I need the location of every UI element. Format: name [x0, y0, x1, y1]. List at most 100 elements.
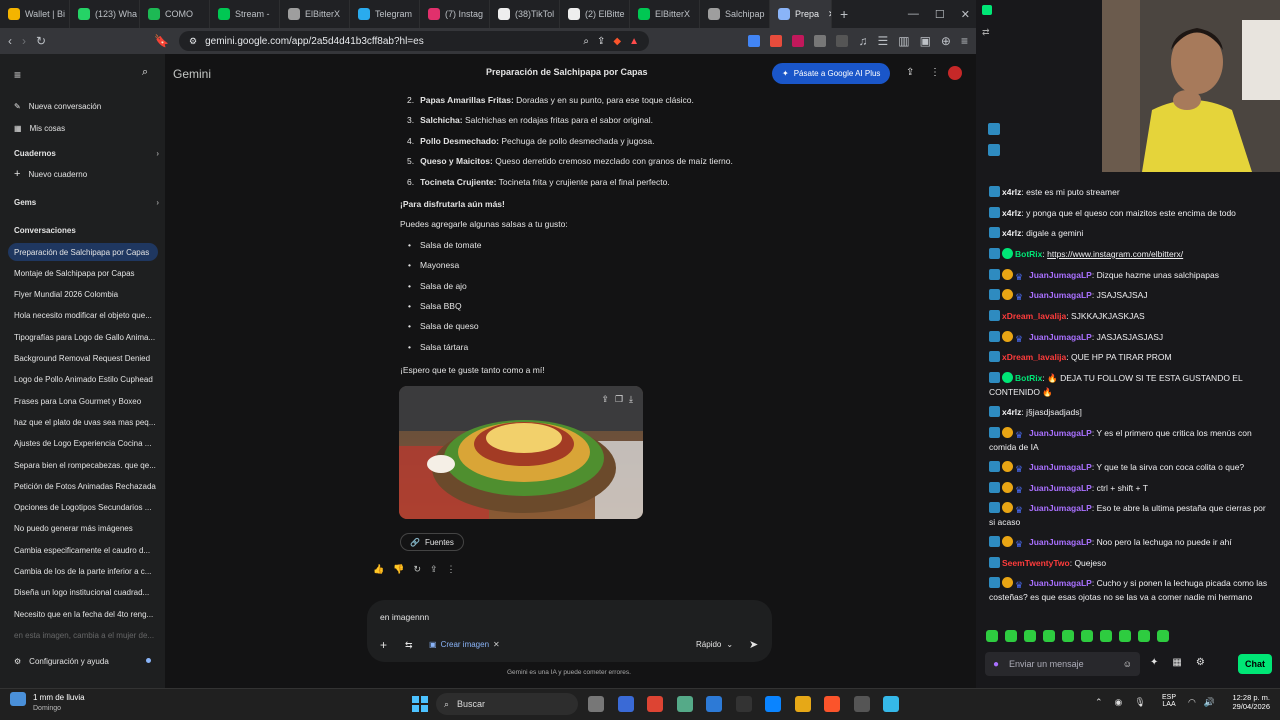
send-icon[interactable]: ➤: [749, 638, 758, 651]
browser-tab[interactable]: ElBitterX: [280, 0, 350, 28]
new-chat-button[interactable]: ✎ Nueva conversación: [14, 97, 159, 115]
chat-username[interactable]: xDream_lavalija: [1002, 311, 1066, 321]
share-icon[interactable]: ⇪: [597, 36, 605, 47]
conversation-item[interactable]: Petición de Fotos Animadas Rechazada: [14, 477, 159, 495]
browser-tab[interactable]: Wallet | Bi: [0, 0, 70, 28]
settings-button[interactable]: ⚙ Configuración y ayuda: [14, 652, 159, 670]
zoom-icon[interactable]: ⌕: [583, 36, 589, 47]
emote-icon[interactable]: [1100, 630, 1112, 642]
gems-header[interactable]: Gems ›: [14, 193, 159, 211]
sidebar-icon[interactable]: ▥: [898, 34, 909, 48]
emote-icon[interactable]: [1024, 630, 1036, 642]
new-notebook-button[interactable]: + Nuevo cuaderno: [14, 165, 159, 183]
conversation-item[interactable]: Ajustes de Logo Experiencia Cocina ...: [14, 435, 159, 453]
chat-username[interactable]: JuanJumagaLP: [1029, 537, 1092, 547]
conversation-item[interactable]: Cambia especificamente el caudro d...: [14, 541, 159, 559]
conversation-item[interactable]: Separa bien el rompecabezas. que qe...: [14, 456, 159, 474]
close-window-icon[interactable]: ✕: [961, 8, 970, 21]
more-options-icon[interactable]: ⋮: [447, 564, 456, 575]
generated-food-image[interactable]: ⇪ ❐ ⤓: [399, 386, 643, 519]
weather-icon[interactable]: [10, 692, 26, 706]
sources-button[interactable]: 🔗 Fuentes: [400, 533, 464, 551]
conversation-item[interactable]: Necesito que en la fecha del 4to reng...: [14, 605, 159, 623]
wallet-icon[interactable]: ▣: [920, 34, 931, 48]
prompt-input[interactable]: en imagennn: [380, 612, 429, 622]
conversation-item[interactable]: Background Removal Request Denied: [14, 350, 159, 368]
emote-icon[interactable]: [986, 630, 998, 642]
more-vert-icon[interactable]: ⋮: [930, 67, 940, 78]
snipping-icon[interactable]: [647, 696, 663, 712]
chat-input[interactable]: ● Enviar un mensaje ☺: [985, 652, 1140, 676]
share-image-icon[interactable]: ⇪: [601, 394, 609, 405]
music-icon[interactable]: ♫: [858, 34, 867, 48]
chevron-up-icon[interactable]: ⌃: [1095, 697, 1103, 708]
settings-gear-icon[interactable]: ⚙: [1196, 657, 1205, 668]
notebooks-header[interactable]: Cuadernos ›: [14, 144, 159, 162]
close-chip-icon[interactable]: ✕: [493, 640, 500, 649]
browser-tab[interactable]: COMO: [140, 0, 210, 28]
gemini-brand[interactable]: Gemini: [173, 67, 211, 81]
conversation-item[interactable]: Diseña un logo institucional cuadrad...: [14, 584, 159, 602]
copy-image-icon[interactable]: ❐: [615, 394, 623, 405]
maximize-icon[interactable]: ☐: [935, 8, 945, 21]
tray-app-icon[interactable]: ◉: [1115, 697, 1123, 708]
edge-icon[interactable]: [765, 696, 781, 712]
emote-icon[interactable]: [1119, 630, 1131, 642]
menu-icon[interactable]: ≡: [961, 34, 968, 48]
file-explorer-icon[interactable]: [794, 696, 811, 712]
chat-username[interactable]: x4rlz: [1002, 407, 1021, 417]
emote-icon[interactable]: [1043, 630, 1055, 642]
chat-username[interactable]: SeemTwentyTwo: [1002, 558, 1070, 568]
chat-username[interactable]: x4rlz: [1002, 187, 1021, 197]
language-indicator[interactable]: ESP LAA: [1162, 694, 1176, 708]
microphone-icon[interactable]: ●: [993, 659, 999, 670]
browser-tab[interactable]: ElBitterX: [630, 0, 700, 28]
upgrade-button[interactable]: ✦ Pásate a Google AI Plus: [772, 63, 891, 84]
thumbs-up-icon[interactable]: 👍: [373, 564, 384, 575]
conversation-item[interactable]: Hola necesito modificar el objeto que...: [14, 307, 159, 325]
chat-username[interactable]: JuanJumagaLP: [1029, 428, 1092, 438]
conversation-item[interactable]: Tipografías para Logo de Gallo Anima...: [14, 328, 159, 346]
clock[interactable]: 12:28 p. m. 29/04/2026: [1226, 693, 1270, 711]
microphone-tray-icon[interactable]: 🎙: [1134, 697, 1145, 708]
create-image-chip[interactable]: ▣ Crear imagen ✕: [429, 640, 500, 649]
avatar[interactable]: [948, 66, 962, 80]
download-icon[interactable]: ⤓: [629, 394, 633, 405]
obs-icon[interactable]: [853, 696, 870, 712]
chat-username[interactable]: BotRix: [1015, 373, 1042, 383]
chat-username[interactable]: BotRix: [1015, 249, 1042, 259]
tools-icon[interactable]: ⇆: [405, 640, 413, 651]
conversation-item[interactable]: Montaje de Salchipapa por Capas: [14, 264, 159, 282]
conversation-item[interactable]: No puedo generar más imágenes: [14, 520, 159, 538]
conversation-item[interactable]: Flyer Mundial 2026 Colombia: [14, 286, 159, 304]
add-icon[interactable]: +: [380, 638, 387, 652]
browser-tab[interactable]: Stream -: [210, 0, 280, 28]
conversation-item[interactable]: haz que el plato de uvas sea mas peq...: [14, 413, 159, 431]
emote-icon[interactable]: [1138, 630, 1150, 642]
taskbar-search[interactable]: ⌕ Buscar: [436, 693, 578, 715]
share-conversation-icon[interactable]: ⇪: [906, 67, 914, 78]
app-icon[interactable]: [883, 696, 899, 712]
share-response-icon[interactable]: ⇪: [430, 564, 438, 575]
my-stuff-button[interactable]: ▦ Mis cosas: [14, 119, 159, 137]
wifi-icon[interactable]: ◠: [1188, 697, 1196, 708]
chat-username[interactable]: JuanJumagaLP: [1029, 290, 1092, 300]
popout-icon[interactable]: ⇄: [982, 27, 990, 38]
app-icon[interactable]: [676, 696, 693, 712]
conversation-item[interactable]: Opciones de Logotipos Secundarios ...: [14, 499, 159, 517]
chat-username[interactable]: xDream_lavalija: [1002, 352, 1066, 362]
browser-tab[interactable]: Telegram: [350, 0, 420, 28]
site-info-icon[interactable]: ⚙: [189, 36, 197, 47]
new-tab-icon[interactable]: +: [840, 6, 848, 22]
conversation-item[interactable]: Preparación de Salchipapa por Capas: [8, 243, 158, 261]
search-icon[interactable]: ⌕: [142, 66, 148, 79]
translate-extension-icon[interactable]: [748, 35, 761, 47]
emote-icon[interactable]: [1062, 630, 1074, 642]
back-icon[interactable]: ‹: [8, 34, 12, 48]
url-field[interactable]: ⚙ gemini.google.com/app/2a5d4d41b3cff8ab…: [179, 31, 650, 51]
regenerate-icon[interactable]: ↻: [413, 564, 421, 575]
reload-icon[interactable]: ↻: [36, 34, 46, 48]
browser-tab[interactable]: Prepa ✕: [770, 0, 832, 28]
browser-tab[interactable]: (7) Instag: [420, 0, 490, 28]
copilot-icon[interactable]: [617, 696, 634, 712]
